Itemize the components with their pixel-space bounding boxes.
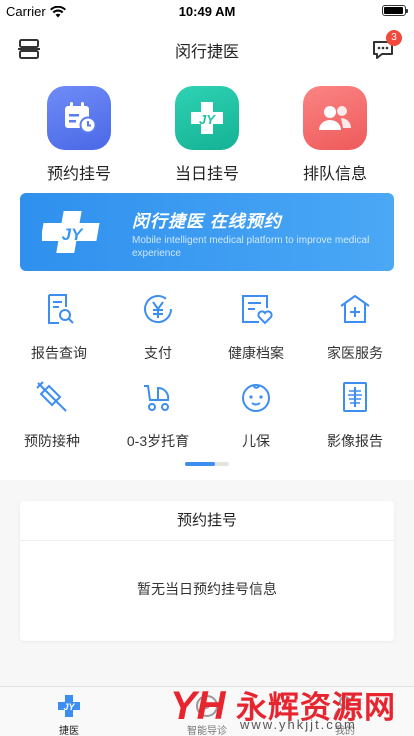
yuan-coin-icon: [144, 295, 173, 324]
card-title: 预约挂号: [20, 501, 394, 541]
service-childcare[interactable]: 0-3岁托育: [113, 380, 203, 451]
watermark-logo: YH: [170, 684, 226, 728]
clock: 10:49 AM: [178, 4, 236, 19]
service-label: 儿保: [242, 433, 270, 449]
tab-jieyi[interactable]: JY 捷医: [0, 687, 138, 736]
tab-label: 捷医: [59, 726, 79, 736]
battery-icon: [382, 5, 408, 16]
service-label: 影像报告: [327, 433, 383, 449]
same-day-register-button[interactable]: JY 当日挂号: [174, 86, 240, 184]
queue-info-label: 排队信息: [302, 166, 367, 183]
service-label: 健康档案: [228, 345, 284, 361]
family-doctor-house-icon: [340, 294, 370, 323]
baby-face-icon: [242, 384, 270, 412]
service-label: 家医服务: [327, 345, 383, 361]
stroller-icon: [144, 385, 170, 411]
people-icon: [303, 86, 367, 150]
report-search-icon: [48, 294, 74, 324]
appointment-label: 预约挂号: [46, 166, 111, 183]
service-imaging-report[interactable]: 影像报告: [310, 380, 400, 451]
svg-text:JY: JY: [199, 112, 216, 127]
svg-text:JY: JY: [62, 225, 84, 244]
service-family-doctor[interactable]: 家医服务: [310, 292, 400, 363]
jy-cross-icon: JY: [175, 86, 239, 150]
calendar-clock-icon: [47, 86, 111, 150]
service-health-record[interactable]: 健康档案: [211, 292, 301, 363]
status-bar: Carrier 10:49 AM: [0, 0, 414, 22]
service-report-query[interactable]: 报告查询: [14, 292, 104, 363]
service-vaccination[interactable]: 预防接种: [7, 380, 97, 451]
appointment-card: 预约挂号 暂无当日预约挂号信息: [20, 501, 394, 641]
banner-subtitle: Mobile intelligent medical platform to i…: [132, 235, 370, 259]
appointment-button[interactable]: 预约挂号: [46, 86, 112, 184]
page-title: 闵行捷医: [174, 44, 239, 61]
service-label: 报告查询: [31, 345, 87, 361]
online-booking-banner[interactable]: JY 闵行捷医 在线预约 Mobile intelligent medical …: [20, 193, 394, 271]
service-child-health[interactable]: 儿保: [211, 380, 301, 451]
watermark: YH 永辉资源网 www.yhkjjt.com: [170, 680, 414, 736]
service-label: 0-3岁托育: [126, 433, 190, 449]
nav-bar: 闵行捷医 3: [0, 22, 414, 72]
same-day-register-label: 当日挂号: [174, 166, 239, 183]
svg-text:JY: JY: [63, 702, 75, 712]
service-label: 预防接种: [24, 433, 80, 449]
banner-title: 闵行捷医 在线预约: [132, 212, 282, 231]
empty-state-text: 暂无当日预约挂号信息: [137, 581, 277, 597]
service-payment[interactable]: 支付: [113, 292, 203, 363]
service-label: 支付: [144, 345, 172, 361]
xray-icon: [343, 382, 367, 412]
health-record-icon: [242, 295, 273, 325]
queue-info-button[interactable]: 排队信息: [302, 86, 368, 184]
jy-logo-icon: JY: [42, 211, 100, 253]
jy-cross-icon: JY: [58, 695, 80, 717]
syringe-icon: [36, 381, 67, 412]
watermark-url: www.yhkjjt.com: [240, 717, 357, 732]
page-indicator: [185, 462, 229, 466]
message-badge: 3: [386, 30, 402, 46]
